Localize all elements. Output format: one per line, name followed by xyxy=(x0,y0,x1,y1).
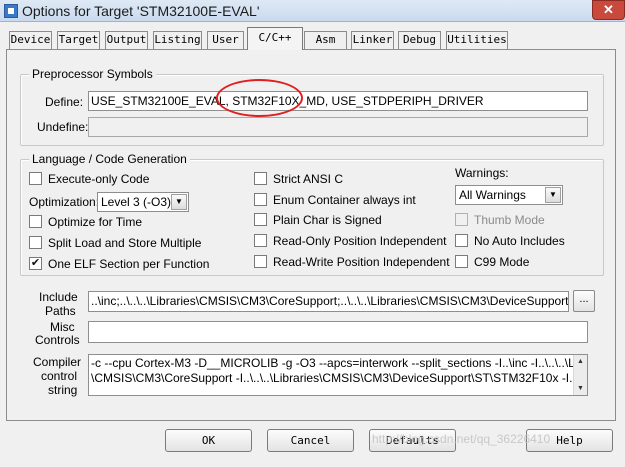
compiler-string-label-line3: string xyxy=(48,383,78,397)
scroll-up-icon[interactable]: ▲ xyxy=(574,355,587,368)
watermark: http://blog.csdn.net/qq_36226410 xyxy=(372,432,551,446)
tab-listing[interactable]: Listing xyxy=(153,31,202,49)
rw-position-checkbox[interactable] xyxy=(254,255,267,268)
tab-target[interactable]: Target xyxy=(57,31,100,49)
optimize-time-checkbox[interactable] xyxy=(29,215,42,228)
execute-only-label: Execute-only Code xyxy=(48,172,150,186)
chevron-down-icon[interactable]: ▼ xyxy=(171,194,187,210)
compiler-string-label-line2: control xyxy=(41,369,78,383)
misc-controls-label-line2: Controls xyxy=(35,333,80,347)
tab-debug[interactable]: Debug xyxy=(398,31,441,49)
ro-position-label: Read-Only Position Independent xyxy=(273,234,447,248)
strict-ansi-label: Strict ANSI C xyxy=(273,172,344,186)
scroll-down-icon[interactable]: ▼ xyxy=(574,382,587,395)
rw-position-label: Read-Write Position Independent xyxy=(273,255,450,269)
define-input[interactable]: USE_STM32100E_EVAL, STM32F10X_MD, USE_ST… xyxy=(88,91,588,111)
optimization-select[interactable]: Level 3 (-O3) ▼ xyxy=(97,192,189,212)
window-title: Options for Target 'STM32100E-EVAL' xyxy=(22,3,260,19)
include-paths-label-line2: Paths xyxy=(45,304,76,318)
plain-char-checkbox[interactable] xyxy=(254,213,267,226)
chevron-down-icon[interactable]: ▼ xyxy=(545,187,561,203)
define-label: Define: xyxy=(45,95,84,109)
c99-mode-label: C99 Mode xyxy=(474,255,530,269)
tab-utilities[interactable]: Utilities xyxy=(446,31,508,49)
ok-button[interactable]: OK xyxy=(165,429,252,452)
optimization-value: Level 3 (-O3) xyxy=(101,195,172,209)
split-load-label: Split Load and Store Multiple xyxy=(48,236,202,250)
c99-mode-checkbox[interactable] xyxy=(455,255,468,268)
tab-cpp[interactable]: C/C++ xyxy=(247,27,303,50)
close-button[interactable]: ✕ xyxy=(592,0,625,20)
warnings-value: All Warnings xyxy=(459,188,526,202)
thumb-mode-checkbox[interactable] xyxy=(455,213,468,226)
preprocessor-group-title: Preprocessor Symbols xyxy=(29,67,156,81)
include-paths-input[interactable]: ..\inc;..\..\..\Libraries\CMSIS\CM3\Core… xyxy=(88,291,569,312)
execute-only-checkbox[interactable] xyxy=(29,172,42,185)
one-elf-checkbox[interactable]: ✔ xyxy=(29,257,42,270)
ro-position-checkbox[interactable] xyxy=(254,234,267,247)
strict-ansi-checkbox[interactable] xyxy=(254,172,267,185)
enum-container-label: Enum Container always int xyxy=(273,193,416,207)
tab-user[interactable]: User xyxy=(207,31,244,49)
warnings-select[interactable]: All Warnings ▼ xyxy=(455,185,563,205)
thumb-mode-label: Thumb Mode xyxy=(474,213,545,227)
tab-linker[interactable]: Linker xyxy=(351,31,394,49)
optimize-time-label: Optimize for Time xyxy=(48,215,143,229)
tab-device[interactable]: Device xyxy=(9,31,52,49)
split-load-checkbox[interactable] xyxy=(29,236,42,249)
no-auto-includes-label: No Auto Includes xyxy=(474,234,565,248)
compiler-string-line2: \CMSIS\CM3\CoreSupport -I..\..\..\Librar… xyxy=(91,371,588,385)
include-paths-browse-button[interactable]: ... xyxy=(573,290,595,312)
compiler-string-line1: -c --cpu Cortex-M3 -D__MICROLIB -g -O3 -… xyxy=(91,356,588,370)
undefine-input[interactable] xyxy=(88,117,588,137)
title-bar[interactable]: Options for Target 'STM32100E-EVAL' ✕ xyxy=(0,0,625,22)
language-group-title: Language / Code Generation xyxy=(29,152,190,166)
undefine-label: Undefine: xyxy=(37,120,89,134)
checkmark-icon: ✔ xyxy=(30,257,41,269)
optimization-label: Optimization: xyxy=(29,195,100,209)
misc-controls-label-line1: Misc xyxy=(50,320,75,334)
plain-char-label: Plain Char is Signed xyxy=(273,213,382,227)
compiler-string-scrollbar[interactable]: ▲ ▼ xyxy=(573,355,587,395)
misc-controls-input[interactable] xyxy=(88,321,588,343)
no-auto-includes-checkbox[interactable] xyxy=(455,234,468,247)
tab-asm[interactable]: Asm xyxy=(304,31,347,49)
one-elf-label: One ELF Section per Function xyxy=(48,257,210,271)
include-paths-label-line1: Include xyxy=(39,290,78,304)
compiler-string-textarea[interactable]: -c --cpu Cortex-M3 -D__MICROLIB -g -O3 -… xyxy=(88,354,588,396)
tab-output[interactable]: Output xyxy=(105,31,148,49)
cpp-options-panel: Preprocessor Symbols Define: USE_STM3210… xyxy=(6,49,616,421)
enum-container-checkbox[interactable] xyxy=(254,193,267,206)
app-icon xyxy=(4,4,18,18)
compiler-string-label-line1: Compiler xyxy=(33,355,82,369)
cancel-button[interactable]: Cancel xyxy=(267,429,354,452)
warnings-label: Warnings: xyxy=(455,166,509,180)
